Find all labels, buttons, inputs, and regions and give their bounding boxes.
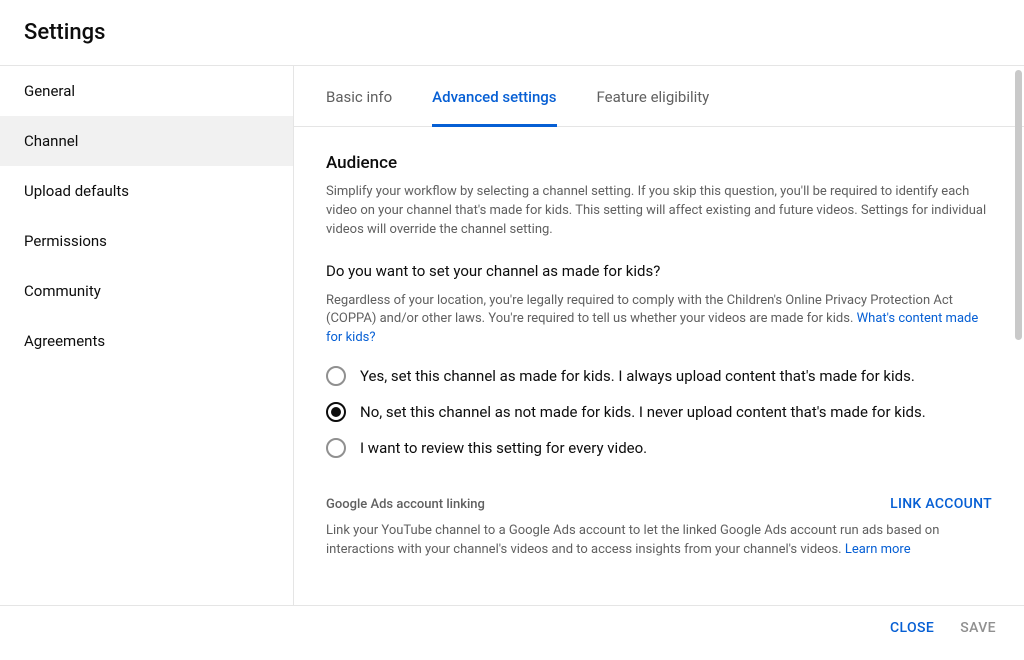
radio-no-not-made-for-kids[interactable]: No, set this channel as not made for kid… bbox=[326, 402, 992, 422]
ads-linking-learn-more-link[interactable]: Learn more bbox=[845, 542, 911, 557]
radio-icon bbox=[326, 366, 346, 386]
radio-yes-made-for-kids[interactable]: Yes, set this channel as made for kids. … bbox=[326, 366, 992, 386]
sidebar-item-channel[interactable]: Channel bbox=[0, 116, 293, 166]
sidebar-item-upload-defaults[interactable]: Upload defaults bbox=[0, 166, 293, 216]
advanced-settings-content: Audience Simplify your workflow by selec… bbox=[326, 127, 1024, 592]
sidebar-item-community[interactable]: Community bbox=[0, 266, 293, 316]
sidebar-item-agreements[interactable]: Agreements bbox=[0, 316, 293, 366]
dialog-footer: CLOSE SAVE bbox=[0, 606, 1024, 650]
audience-title: Audience bbox=[326, 153, 992, 173]
dialog-header: Settings bbox=[0, 0, 1024, 66]
radio-label: I want to review this setting for every … bbox=[360, 439, 647, 457]
tab-advanced-settings[interactable]: Advanced settings bbox=[432, 66, 556, 127]
tab-basic-info[interactable]: Basic info bbox=[326, 66, 392, 127]
main-content: Basic info Advanced settings Feature eli… bbox=[294, 66, 1024, 605]
audience-description: Simplify your workflow by selecting a ch… bbox=[326, 183, 992, 240]
ads-linking-description: Link your YouTube channel to a Google Ad… bbox=[326, 522, 992, 560]
audience-question: Do you want to set your channel as made … bbox=[326, 262, 992, 280]
radio-icon bbox=[326, 402, 346, 422]
radio-icon bbox=[326, 438, 346, 458]
audience-legal-text: Regardless of your location, you're lega… bbox=[326, 292, 992, 349]
radio-review-every-video[interactable]: I want to review this setting for every … bbox=[326, 438, 992, 458]
page-title: Settings bbox=[24, 20, 1000, 45]
link-account-button[interactable]: LINK ACCOUNT bbox=[890, 496, 992, 512]
radio-label: No, set this channel as not made for kid… bbox=[360, 403, 926, 421]
radio-label: Yes, set this channel as made for kids. … bbox=[360, 367, 915, 385]
dialog-body: General Channel Upload defaults Permissi… bbox=[0, 66, 1024, 606]
ads-linking-header-row: Google Ads account linking LINK ACCOUNT bbox=[326, 496, 992, 512]
close-button[interactable]: CLOSE bbox=[890, 620, 934, 636]
sidebar-item-permissions[interactable]: Permissions bbox=[0, 216, 293, 266]
audience-radio-group: Yes, set this channel as made for kids. … bbox=[326, 366, 992, 458]
sidebar: General Channel Upload defaults Permissi… bbox=[0, 66, 294, 605]
ads-linking-title: Google Ads account linking bbox=[326, 497, 485, 512]
sidebar-item-general[interactable]: General bbox=[0, 66, 293, 116]
tab-feature-eligibility[interactable]: Feature eligibility bbox=[597, 66, 710, 127]
tabs: Basic info Advanced settings Feature eli… bbox=[294, 66, 1024, 127]
save-button[interactable]: SAVE bbox=[960, 620, 996, 636]
scrollbar-thumb[interactable] bbox=[1015, 70, 1022, 340]
